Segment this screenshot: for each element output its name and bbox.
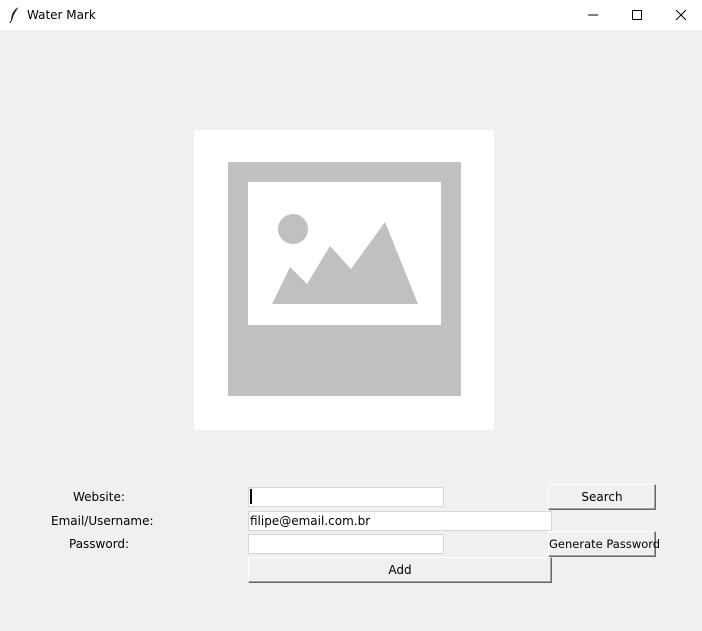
search-button[interactable]: Search bbox=[548, 484, 656, 510]
minimize-button[interactable] bbox=[570, 0, 616, 30]
image-placeholder-icon bbox=[228, 162, 461, 396]
password-label: Password: bbox=[69, 537, 130, 551]
logo-canvas bbox=[194, 130, 494, 430]
title-bar[interactable]: Water Mark bbox=[0, 0, 702, 30]
website-input[interactable] bbox=[248, 487, 444, 507]
close-button[interactable] bbox=[658, 0, 702, 30]
email-input[interactable] bbox=[248, 511, 552, 531]
website-label: Website: bbox=[73, 490, 125, 504]
text-cursor bbox=[250, 489, 252, 504]
close-icon bbox=[675, 9, 687, 21]
maximize-button[interactable] bbox=[614, 0, 660, 30]
window-title: Water Mark bbox=[27, 8, 96, 22]
feather-icon bbox=[8, 6, 22, 24]
maximize-icon bbox=[632, 10, 642, 20]
minimize-icon bbox=[588, 14, 598, 16]
add-button[interactable]: Add bbox=[248, 557, 552, 583]
app-window: Water Mark Website: Email/Username: Pass… bbox=[0, 0, 702, 631]
email-label: Email/Username: bbox=[51, 514, 154, 528]
password-input[interactable] bbox=[248, 534, 444, 554]
generate-password-button[interactable]: Generate Password bbox=[548, 531, 660, 557]
